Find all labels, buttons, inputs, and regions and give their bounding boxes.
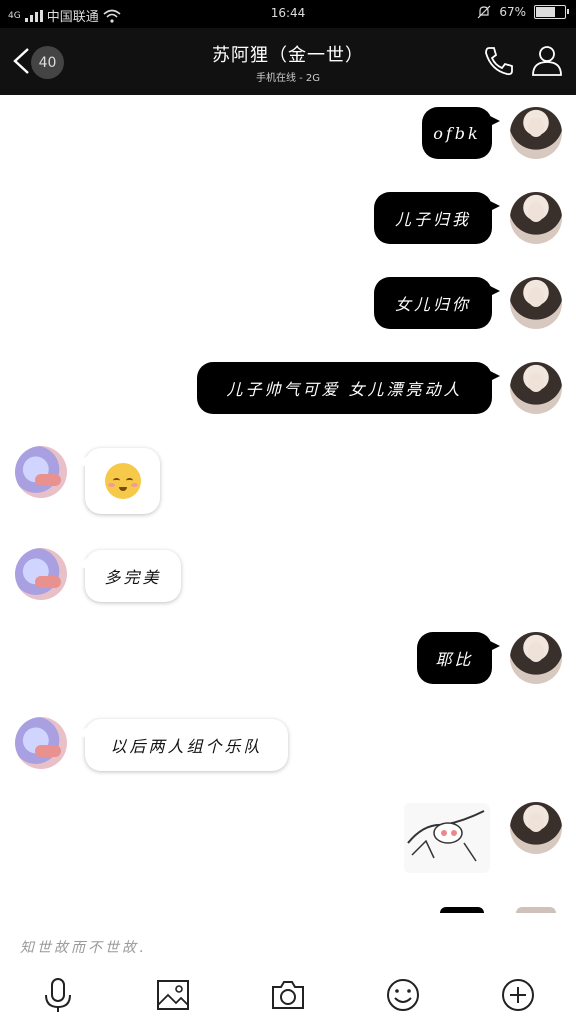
sticker-drawing xyxy=(407,810,485,862)
my-avatar-partial xyxy=(516,907,556,913)
status-bar: 4G 中国联通 16:44 67% xyxy=(0,0,576,28)
my-avatar[interactable] xyxy=(510,802,562,854)
profile-icon[interactable] xyxy=(530,43,564,77)
battery-icon xyxy=(534,5,569,19)
message-bubble-sent[interactable]: ofbk xyxy=(422,107,500,159)
plus-icon[interactable] xyxy=(500,977,536,1013)
message-text: 儿子归我 xyxy=(394,210,471,229)
status-right: 67% xyxy=(477,5,569,19)
sticker-image[interactable] xyxy=(404,803,490,873)
message-text: 耶比 xyxy=(435,650,474,669)
contact-avatar[interactable] xyxy=(15,446,67,498)
message-bubble-received[interactable]: 多完美 xyxy=(76,550,181,602)
message-bubble-sent[interactable]: 儿子帅气可爱 女儿漂亮动人 xyxy=(197,362,500,414)
message-text: 女儿归你 xyxy=(394,295,471,314)
message-bubble-sent[interactable]: 女儿归你 xyxy=(374,277,500,329)
battery-fill xyxy=(536,7,555,17)
message-list[interactable]: ofbk 儿子归我 女儿归你 儿子帅气可爱 女儿漂亮动人 多完美 耶比 以后两人… xyxy=(0,95,576,925)
my-avatar[interactable] xyxy=(510,107,562,159)
my-avatar[interactable] xyxy=(510,192,562,244)
my-avatar[interactable] xyxy=(510,632,562,684)
message-bubble-sent-partial xyxy=(440,907,484,913)
message-text: 多完美 xyxy=(104,568,162,587)
camera-icon[interactable] xyxy=(270,977,306,1013)
pleading-face-emoji xyxy=(104,463,141,499)
phone-icon[interactable] xyxy=(482,44,516,78)
my-avatar[interactable] xyxy=(510,362,562,414)
input-placeholder: 知世故而不世故. xyxy=(20,940,147,956)
message-text: 以后两人组个乐队 xyxy=(110,737,263,756)
message-text: 儿子帅气可爱 女儿漂亮动人 xyxy=(226,380,463,399)
my-avatar[interactable] xyxy=(510,277,562,329)
contact-avatar[interactable] xyxy=(15,548,67,600)
battery-percent: 67% xyxy=(499,5,526,19)
contact-avatar[interactable] xyxy=(15,717,67,769)
input-toolbar xyxy=(0,965,576,1024)
chat-header: 40 苏阿狸（金一世） 手机在线 - 2G xyxy=(0,28,576,95)
message-input[interactable]: 知世故而不世故. xyxy=(0,925,576,965)
image-icon[interactable] xyxy=(155,977,191,1013)
message-bubble-received[interactable]: 以后两人组个乐队 xyxy=(76,719,288,771)
message-bubble-received[interactable] xyxy=(76,448,160,514)
message-text: ofbk xyxy=(433,123,481,143)
microphone-icon[interactable] xyxy=(40,977,76,1013)
battery-tip xyxy=(567,9,569,14)
emoji-icon[interactable] xyxy=(385,977,421,1013)
mute-bell-icon xyxy=(477,5,491,19)
message-bubble-sent[interactable]: 耶比 xyxy=(417,632,500,684)
message-bubble-sent[interactable]: 儿子归我 xyxy=(374,192,500,244)
